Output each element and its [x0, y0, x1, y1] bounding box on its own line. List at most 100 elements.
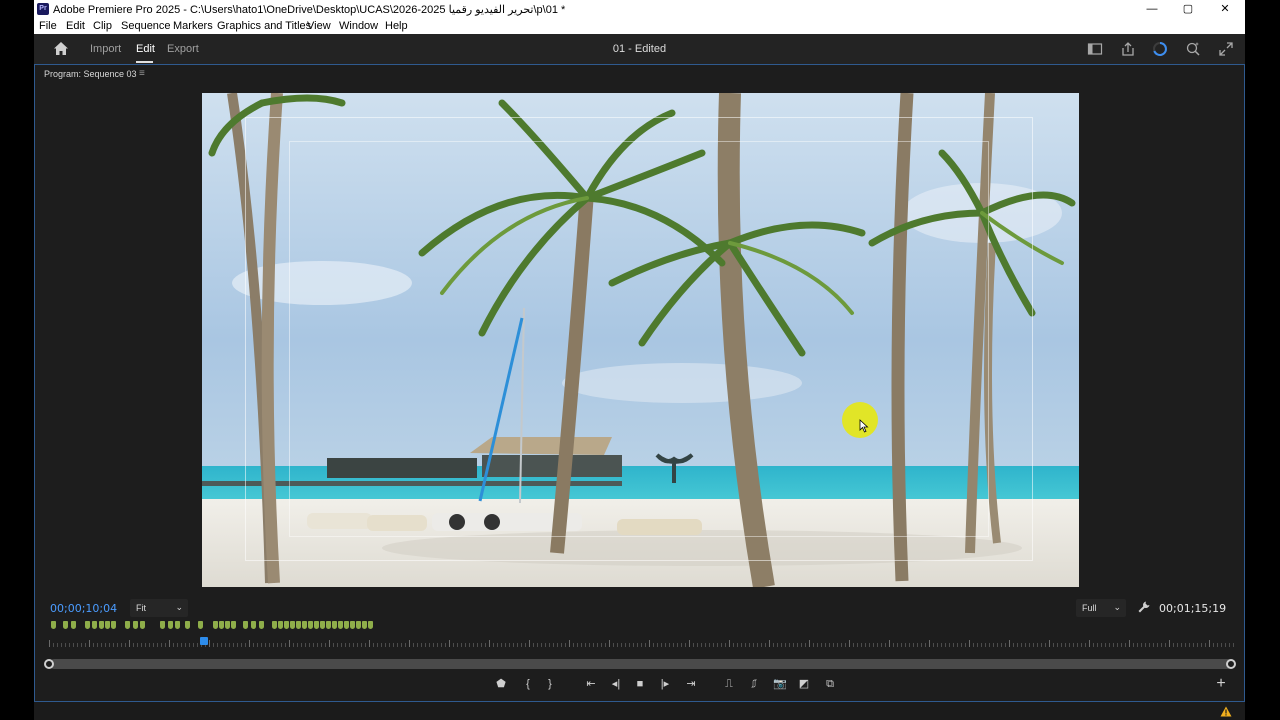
clip-marker[interactable] [368, 621, 373, 629]
clip-marker[interactable] [140, 621, 145, 629]
clip-marker[interactable] [133, 621, 138, 629]
clip-marker[interactable] [302, 621, 307, 629]
clip-marker[interactable] [259, 621, 264, 629]
clip-marker[interactable] [272, 621, 277, 629]
maximize-button[interactable]: ▢ [1170, 0, 1206, 19]
clip-marker[interactable] [344, 621, 349, 629]
comparison-view-button[interactable]: ◩ [796, 676, 812, 692]
clip-marker[interactable] [326, 621, 331, 629]
clip-marker[interactable] [213, 621, 218, 629]
multi-camera-button[interactable]: ⧉ [822, 676, 838, 692]
ruler-tick [353, 643, 354, 647]
ruler-tick [1121, 643, 1122, 647]
progress-indicator-icon[interactable] [1152, 41, 1168, 57]
ruler-tick [753, 643, 754, 647]
extract-button[interactable]: ⎎ [746, 676, 762, 692]
ruler-tick [113, 643, 114, 647]
zoom-handle-right[interactable] [1226, 659, 1236, 669]
clip-marker[interactable] [338, 621, 343, 629]
clip-marker[interactable] [105, 621, 110, 629]
video-preview[interactable] [202, 93, 1079, 587]
menu-help[interactable]: Help [385, 20, 408, 32]
settings-wrench-icon[interactable] [1137, 600, 1151, 614]
clip-marker[interactable] [63, 621, 68, 629]
ruler-tick [949, 643, 950, 647]
ruler-tick [497, 643, 498, 647]
menu-file[interactable]: File [39, 20, 57, 32]
menu-sequence[interactable]: Sequence [121, 20, 171, 32]
panel-menu-icon[interactable]: ≡ [139, 68, 145, 79]
clip-marker[interactable] [332, 621, 337, 629]
clip-marker[interactable] [243, 621, 248, 629]
menu-bar: File Edit Clip Sequence Markers Graphics… [34, 19, 1245, 34]
step-forward-button[interactable]: |▸ [657, 676, 673, 692]
close-button[interactable]: ✕ [1207, 0, 1243, 19]
clip-marker[interactable] [160, 621, 165, 629]
clip-marker[interactable] [111, 621, 116, 629]
clip-marker[interactable] [356, 621, 361, 629]
clip-marker[interactable] [225, 621, 230, 629]
clip-marker[interactable] [296, 621, 301, 629]
step-back-button[interactable]: ◂| [608, 676, 624, 692]
clip-marker[interactable] [51, 621, 56, 629]
lift-button[interactable]: ⎍ [721, 676, 737, 692]
clip-marker[interactable] [168, 621, 173, 629]
workspace-panel-icon[interactable] [1087, 41, 1103, 57]
clip-marker[interactable] [219, 621, 224, 629]
current-timecode[interactable]: 00;00;10;04 [50, 602, 117, 615]
clip-marker[interactable] [185, 621, 190, 629]
menu-clip[interactable]: Clip [93, 20, 112, 32]
clip-marker[interactable] [92, 621, 97, 629]
clip-marker[interactable] [278, 621, 283, 629]
mark-out-button[interactable]: } [542, 676, 558, 692]
clip-marker[interactable] [362, 621, 367, 629]
clip-marker[interactable] [308, 621, 313, 629]
warning-icon[interactable] [1220, 706, 1232, 717]
zoom-level-select[interactable]: Fit ⌄ [130, 599, 188, 617]
clip-marker[interactable] [320, 621, 325, 629]
ruler-tick [1205, 643, 1206, 647]
menu-edit[interactable]: Edit [66, 20, 85, 32]
go-to-in-button[interactable]: ⇤ [583, 676, 599, 692]
clip-marker[interactable] [71, 621, 76, 629]
minimize-button[interactable]: — [1134, 0, 1170, 19]
time-ruler[interactable] [49, 639, 1235, 647]
ruler-tick [469, 643, 470, 647]
zoom-handle-left[interactable] [44, 659, 54, 669]
ruler-tick [377, 643, 378, 647]
export-frame-button[interactable]: 📷 [772, 676, 788, 692]
clip-marker[interactable] [198, 621, 203, 629]
ruler-tick [433, 643, 434, 647]
ruler-tick [509, 643, 510, 647]
menu-markers[interactable]: Markers [173, 20, 213, 32]
mark-in-button[interactable]: { [520, 676, 536, 692]
button-editor-button[interactable]: + [1213, 676, 1229, 692]
playback-resolution-select[interactable]: Full ⌄ [1076, 599, 1126, 617]
clip-marker[interactable] [85, 621, 90, 629]
clip-marker[interactable] [290, 621, 295, 629]
ruler-tick [1097, 643, 1098, 647]
ruler-tick [1149, 643, 1150, 647]
clip-marker[interactable] [314, 621, 319, 629]
playhead[interactable] [200, 637, 208, 645]
ruler-tick [369, 640, 370, 647]
clip-marker[interactable] [284, 621, 289, 629]
stop-button[interactable]: ■ [632, 676, 648, 692]
share-icon[interactable] [1120, 41, 1136, 57]
duration-timecode: 00;01;15;19 [1159, 602, 1227, 615]
clip-marker[interactable] [251, 621, 256, 629]
clip-marker[interactable] [231, 621, 236, 629]
menu-graphics-and-titles[interactable]: Graphics and Titles [217, 20, 311, 32]
ruler-tick [1193, 643, 1194, 647]
menu-view[interactable]: View [307, 20, 331, 32]
add-marker-button[interactable]: ⬟ [493, 676, 509, 692]
go-to-out-button[interactable]: ⇥ [683, 676, 699, 692]
clip-marker[interactable] [125, 621, 130, 629]
clip-marker[interactable] [350, 621, 355, 629]
fullscreen-icon[interactable] [1218, 41, 1234, 57]
search-sparkle-icon[interactable] [1185, 41, 1201, 57]
clip-marker[interactable] [175, 621, 180, 629]
menu-window[interactable]: Window [339, 20, 378, 32]
clip-marker[interactable] [99, 621, 104, 629]
zoom-scrollbar[interactable] [49, 659, 1233, 669]
